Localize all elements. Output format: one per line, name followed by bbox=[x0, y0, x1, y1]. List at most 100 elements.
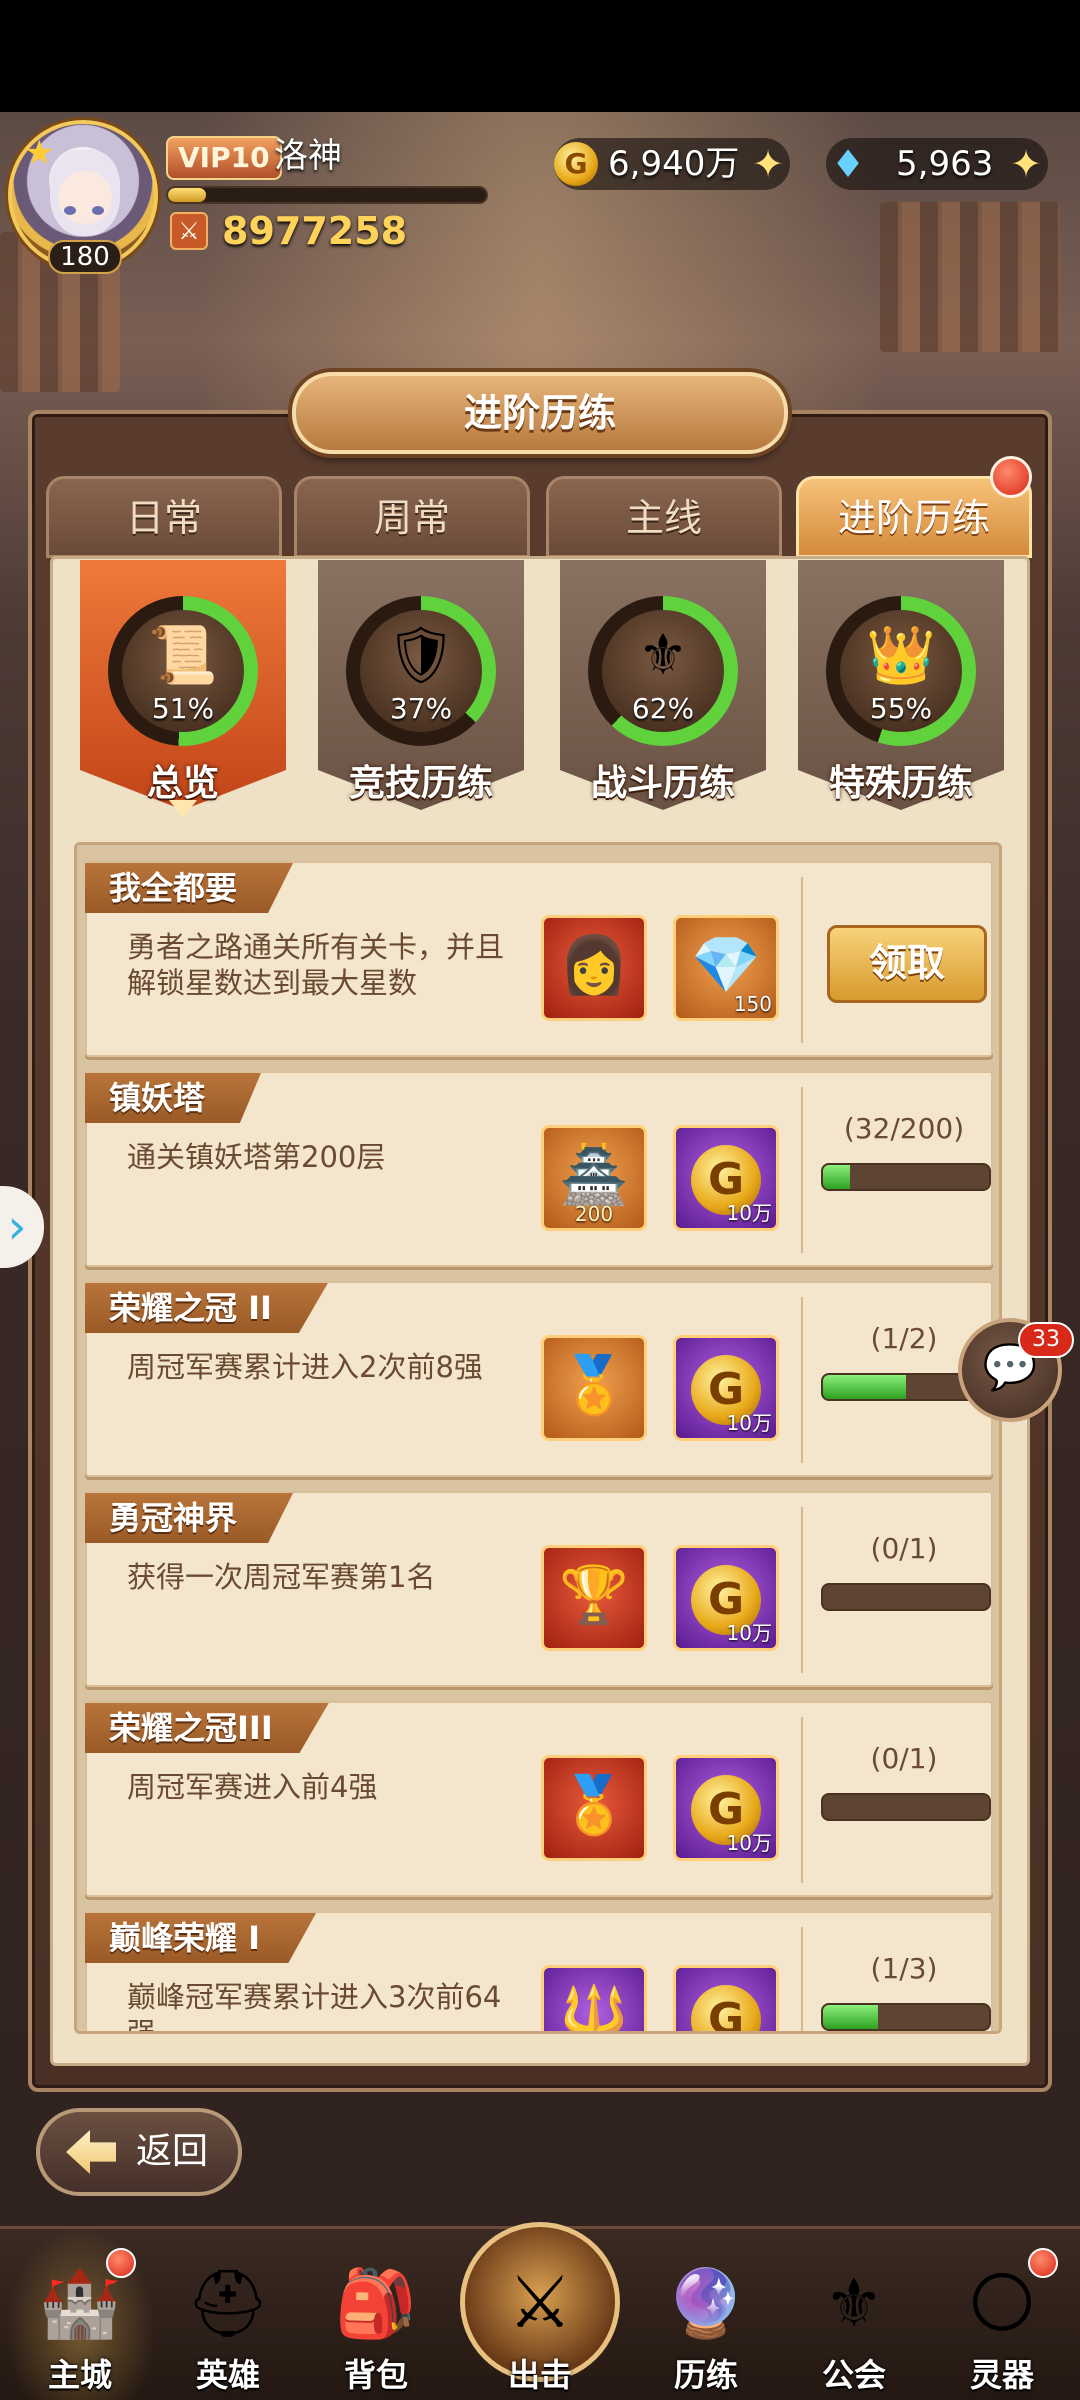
reward-champion-badge[interactable]: 🏅 bbox=[541, 1755, 647, 1861]
exp-bar-fill bbox=[168, 188, 207, 202]
nav-label: 英雄 bbox=[195, 2356, 260, 2394]
category-percent: 55% bbox=[869, 692, 933, 725]
reward-gold-coin[interactable]: G 10万 bbox=[673, 1335, 779, 1441]
top-status-bar: ★ 180 VIP10 洛神 ⚔ 8977258 G 6,940万 ✦ ♦ 5,… bbox=[0, 112, 1080, 282]
progress-text: (32/200) bbox=[843, 1112, 965, 1145]
quest-description: 获得一次周冠军赛第1名 bbox=[127, 1560, 436, 1594]
nav-label: 出击 bbox=[507, 2356, 572, 2394]
quest-title: 荣耀之冠 II bbox=[85, 1283, 328, 1333]
guild-banner-icon: ⚜ bbox=[824, 2265, 884, 2342]
combat-power-value: 8977258 bbox=[222, 209, 408, 253]
progress-ring: 📜 51% bbox=[108, 596, 258, 746]
quest-description: 通关镇妖塔第200层 bbox=[127, 1140, 386, 1174]
progress-ring: 🛡 37% bbox=[346, 596, 496, 746]
nav-heroes[interactable]: ⛑ 英雄 bbox=[154, 2226, 302, 2400]
notification-dot bbox=[1028, 2248, 1058, 2278]
reward-diamond[interactable]: 💎 150 bbox=[673, 915, 779, 1021]
avatar-eye bbox=[92, 206, 104, 215]
category-overview[interactable]: 📜 51% 总览 bbox=[80, 560, 286, 830]
progress-text: (0/1) bbox=[870, 1532, 938, 1565]
category-battle[interactable]: ⚜ 62% 战斗历练 bbox=[560, 560, 766, 830]
reward-peak-badge[interactable]: 🔱 bbox=[541, 1965, 647, 2034]
nav-label: 历练 bbox=[673, 2356, 738, 2394]
winged-helmet-icon: ⚜ bbox=[637, 623, 689, 688]
exp-bar bbox=[166, 186, 488, 204]
category-arena[interactable]: 🛡 37% 竞技历练 bbox=[318, 560, 524, 830]
reward-quantity: 10万 bbox=[726, 1411, 772, 1435]
nav-guild[interactable]: ⚜ 公会 bbox=[780, 2226, 928, 2400]
quest-row: 荣耀之冠III 周冠军赛进入前4强 🏅 G 10万 (0/1) bbox=[85, 1701, 993, 1897]
divider bbox=[801, 877, 803, 1043]
panel-title-plate: 进阶历练 bbox=[292, 372, 788, 454]
quest-title: 我全都要 bbox=[85, 863, 294, 913]
nav-label: 公会 bbox=[821, 2356, 886, 2394]
champion-badge-icon: 🏅 bbox=[559, 1353, 629, 1418]
category-label: 特殊历练 bbox=[828, 763, 973, 804]
ring-inner: 🛡 37% bbox=[360, 610, 482, 732]
tab-daily[interactable]: 日常 bbox=[46, 476, 282, 558]
nav-artifact[interactable]: 🌕 灵器 bbox=[928, 2226, 1076, 2400]
reward-quantity: 10万 bbox=[726, 1201, 772, 1225]
tab-main[interactable]: 主线 bbox=[546, 476, 782, 558]
add-gems-button[interactable]: ✦ bbox=[1006, 144, 1046, 184]
nav-main-city[interactable]: 🏰 主城 bbox=[6, 2226, 154, 2400]
quest-list[interactable]: 我全都要 勇者之路通关所有关卡，并且解锁星数达到最大星数 👩 💎 150 领取 … bbox=[74, 842, 1002, 2034]
back-button[interactable]: 返回 bbox=[36, 2108, 242, 2196]
champion-badge-icon: 🏆 bbox=[559, 1563, 629, 1628]
progress-text: (0/1) bbox=[870, 1742, 938, 1775]
gold-coin-icon: G bbox=[676, 1976, 776, 2031]
reward-gold-coin[interactable]: G 10万 bbox=[673, 1125, 779, 1231]
nav-label: 主城 bbox=[47, 2356, 112, 2394]
champion-badge-icon: 🏅 bbox=[559, 1773, 629, 1838]
quest-title: 荣耀之冠III bbox=[85, 1703, 329, 1753]
add-gold-button[interactable]: ✦ bbox=[748, 144, 788, 184]
hero-helmet-icon: ⛑ bbox=[186, 2265, 270, 2342]
reward-tower-badge[interactable]: 🏯 200 bbox=[541, 1125, 647, 1231]
ring-inner: ⚜ 62% bbox=[602, 610, 724, 732]
progress-bar bbox=[821, 2003, 991, 2031]
reward-quantity: 150 bbox=[733, 992, 772, 1016]
avatar-eye bbox=[64, 206, 76, 215]
category-label: 竞技历练 bbox=[348, 763, 493, 804]
divider bbox=[801, 1717, 803, 1883]
quest-title: 镇妖塔 bbox=[85, 1073, 262, 1123]
quest-title: 巅峰荣耀 I bbox=[85, 1913, 317, 1963]
nav-label: 灵器 bbox=[969, 2356, 1034, 2394]
reward-gold-coin[interactable]: G bbox=[673, 1965, 779, 2031]
reward-champion-badge[interactable]: 🏆 bbox=[541, 1545, 647, 1651]
category-percent: 51% bbox=[151, 692, 215, 725]
nav-training[interactable]: 🔮 历练 bbox=[632, 2226, 780, 2400]
vip-badge[interactable]: VIP10 bbox=[166, 136, 282, 180]
tab-weekly[interactable]: 周常 bbox=[294, 476, 530, 558]
gold-amount: 6,940万 bbox=[608, 144, 740, 184]
category-special[interactable]: 👑 55% 特殊历练 bbox=[798, 560, 1004, 830]
reward-gold-coin[interactable]: G 10万 bbox=[673, 1545, 779, 1651]
backpack-icon: 🎒 bbox=[334, 2265, 418, 2342]
reward-champion-badge[interactable]: 🏅 bbox=[541, 1335, 647, 1441]
quest-description: 周冠军赛累计进入2次前8强 bbox=[127, 1350, 483, 1384]
quest-row: 镇妖塔 通关镇妖塔第200层 🏯 200 G 10万 (32/200) bbox=[85, 1071, 993, 1267]
combat-power-icon: ⚔ bbox=[170, 212, 208, 250]
notification-dot bbox=[106, 2248, 136, 2278]
claim-button[interactable]: 领取 bbox=[827, 925, 987, 1003]
reward-hero-portrait[interactable]: 👩 bbox=[541, 915, 647, 1021]
scroll-icon: 📜 bbox=[148, 623, 218, 688]
progress-ring: 👑 55% bbox=[826, 596, 976, 746]
reward-quantity: 10万 bbox=[726, 1831, 772, 1855]
diamond-icon: ♦ bbox=[830, 142, 866, 186]
peak-badge-icon: 🔱 bbox=[559, 1983, 629, 2034]
avatar-portrait bbox=[50, 150, 120, 236]
gold-coin-icon: G bbox=[554, 142, 598, 186]
divider bbox=[801, 1297, 803, 1463]
nav-backpack[interactable]: 🎒 背包 bbox=[302, 2226, 450, 2400]
reward-gold-coin[interactable]: G 10万 bbox=[673, 1755, 779, 1861]
star-rank-icon: ★ bbox=[24, 133, 55, 173]
chat-unread-count: 33 bbox=[1018, 1322, 1074, 1358]
nav-attack[interactable]: ⚔ 出击 bbox=[460, 2222, 620, 2400]
sword-shield-icon: 🛡 bbox=[385, 623, 457, 688]
player-level: 180 bbox=[48, 240, 122, 274]
ring-inner: 📜 51% bbox=[122, 610, 244, 732]
panel-title: 进阶历练 bbox=[463, 391, 616, 435]
progress-text: (1/3) bbox=[870, 1952, 938, 1985]
progress-ring: ⚜ 62% bbox=[588, 596, 738, 746]
